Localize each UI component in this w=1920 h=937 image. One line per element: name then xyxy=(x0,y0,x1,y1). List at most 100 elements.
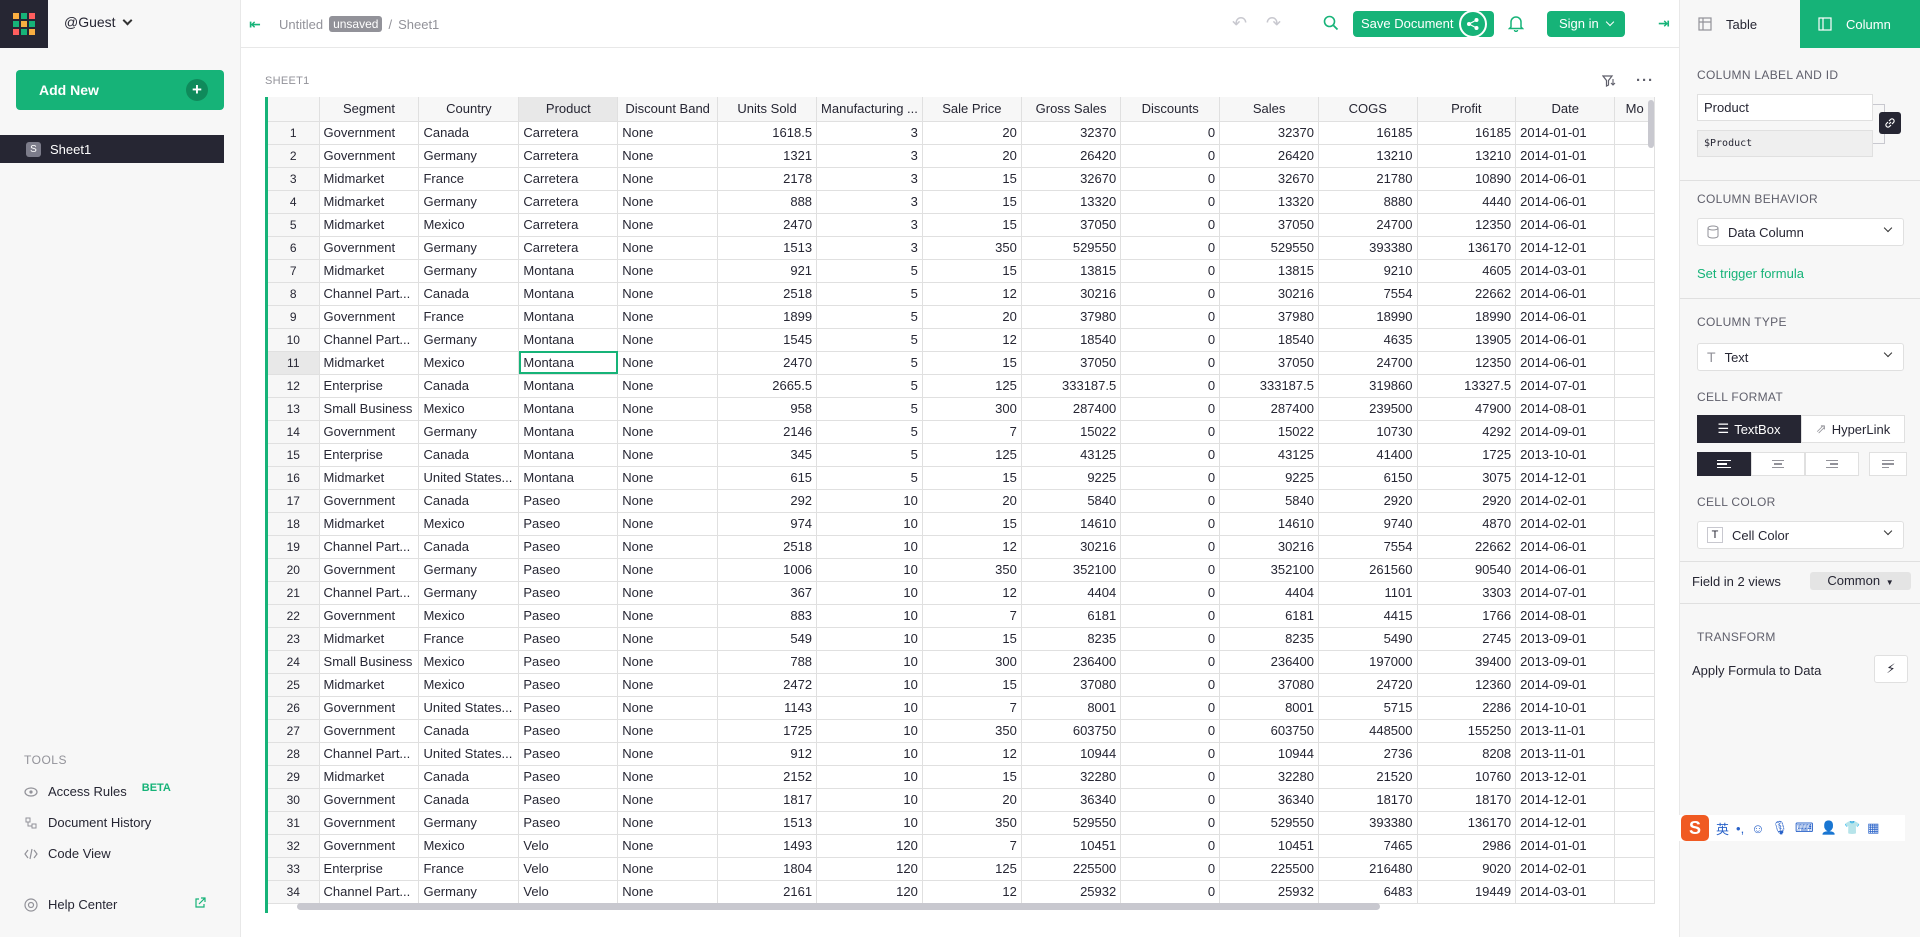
table-cell[interactable]: 2014-07-01 xyxy=(1515,374,1616,398)
table-cell[interactable]: 5 xyxy=(816,420,923,444)
table-cell[interactable]: 8880 xyxy=(1318,190,1418,214)
table-cell[interactable]: 2014-08-01 xyxy=(1515,604,1616,628)
table-cell[interactable]: 2014-06-01 xyxy=(1515,282,1616,306)
table-cell[interactable]: 2472 xyxy=(717,673,818,697)
wrap-text-button[interactable] xyxy=(1869,452,1907,476)
table-cell[interactable]: France xyxy=(418,167,520,191)
column-header[interactable]: Product xyxy=(518,97,619,122)
table-cell[interactable]: 236400 xyxy=(1219,650,1319,674)
table-cell[interactable]: Midmarket xyxy=(319,765,420,789)
table-cell[interactable]: 7554 xyxy=(1318,282,1418,306)
table-cell[interactable]: 350 xyxy=(922,558,1022,582)
table-cell[interactable]: 261560 xyxy=(1318,558,1418,582)
table-cell[interactable]: 32280 xyxy=(1021,765,1122,789)
table-cell[interactable]: None xyxy=(617,512,719,536)
table-cell[interactable]: 8208 xyxy=(1417,742,1517,766)
row-number[interactable]: 12 xyxy=(268,374,320,398)
table-cell[interactable] xyxy=(1614,650,1655,674)
table-cell[interactable]: 2920 xyxy=(1417,489,1517,513)
row-number[interactable]: 34 xyxy=(268,880,320,904)
table-cell[interactable]: Velo xyxy=(518,880,619,904)
table-cell[interactable]: 20 xyxy=(922,489,1022,513)
collapse-left-panel-icon[interactable]: ⇤ xyxy=(249,16,261,33)
table-cell[interactable]: United States... xyxy=(418,466,520,490)
table-cell[interactable]: 120 xyxy=(816,857,923,881)
table-cell[interactable]: 155250 xyxy=(1417,719,1517,743)
table-cell[interactable]: 5 xyxy=(816,351,923,375)
column-header[interactable]: Sale Price xyxy=(922,97,1022,122)
table-cell[interactable]: Germany xyxy=(418,558,520,582)
table-cell[interactable]: Canada xyxy=(418,121,520,145)
table-cell[interactable]: 6181 xyxy=(1219,604,1319,628)
collapse-right-panel-icon[interactable]: ⇥ xyxy=(1658,15,1670,32)
column-header[interactable]: Gross Sales xyxy=(1021,97,1122,122)
table-cell[interactable]: 2146 xyxy=(717,420,818,444)
table-cell[interactable]: 20 xyxy=(922,788,1022,812)
skin-icon[interactable]: 👕 xyxy=(1844,820,1860,836)
table-cell[interactable]: 3 xyxy=(816,190,923,214)
table-cell[interactable]: 10 xyxy=(816,604,923,628)
table-cell[interactable] xyxy=(1614,880,1655,904)
table-cell[interactable]: 2014-06-01 xyxy=(1515,305,1616,329)
table-cell[interactable]: Velo xyxy=(518,834,619,858)
table-cell[interactable] xyxy=(1614,236,1655,260)
sogou-logo-icon[interactable]: S xyxy=(1681,815,1709,841)
row-number[interactable]: 7 xyxy=(268,259,320,283)
table-cell[interactable]: 1899 xyxy=(717,305,818,329)
table-cell[interactable]: 21520 xyxy=(1318,765,1418,789)
table-cell[interactable]: 0 xyxy=(1120,742,1221,766)
row-number[interactable]: 1 xyxy=(268,121,320,145)
table-cell[interactable]: 2014-12-01 xyxy=(1515,236,1616,260)
table-cell[interactable]: 37980 xyxy=(1219,305,1319,329)
table-cell[interactable] xyxy=(1614,535,1655,559)
table-cell[interactable]: 0 xyxy=(1120,857,1221,881)
table-cell[interactable]: 10 xyxy=(816,581,923,605)
table-cell[interactable]: 12350 xyxy=(1417,351,1517,375)
search-icon[interactable] xyxy=(1323,15,1339,34)
table-cell[interactable]: 2014-03-01 xyxy=(1515,880,1616,904)
table-cell[interactable]: Small Business xyxy=(319,650,420,674)
table-cell[interactable]: 30216 xyxy=(1219,282,1319,306)
table-cell[interactable]: 13905 xyxy=(1417,328,1517,352)
table-cell[interactable]: Montana xyxy=(518,420,619,444)
table-cell[interactable]: 12 xyxy=(922,535,1022,559)
table-cell[interactable]: 6181 xyxy=(1021,604,1122,628)
table-cell[interactable]: 2014-01-01 xyxy=(1515,121,1616,145)
tab-table[interactable]: Table xyxy=(1680,0,1801,48)
table-cell[interactable]: 16185 xyxy=(1318,121,1418,145)
table-cell[interactable]: 90540 xyxy=(1417,558,1517,582)
table-cell[interactable]: Montana xyxy=(518,397,619,421)
table-cell[interactable]: 225500 xyxy=(1021,857,1122,881)
column-header[interactable]: Profit xyxy=(1417,97,1517,122)
table-cell[interactable]: Carretera xyxy=(518,213,619,237)
table-cell[interactable]: None xyxy=(617,167,719,191)
table-cell[interactable]: Germany xyxy=(418,259,520,283)
table-cell[interactable]: 1725 xyxy=(717,719,818,743)
table-cell[interactable]: United States... xyxy=(418,742,520,766)
table-cell[interactable]: Carretera xyxy=(518,144,619,168)
table-cell[interactable]: 0 xyxy=(1120,190,1221,214)
table-cell[interactable]: 10 xyxy=(816,765,923,789)
table-cell[interactable]: 10 xyxy=(816,489,923,513)
align-left-button[interactable] xyxy=(1697,452,1751,476)
table-cell[interactable]: 2014-01-01 xyxy=(1515,834,1616,858)
table-cell[interactable]: 0 xyxy=(1120,627,1221,651)
table-cell[interactable]: 3 xyxy=(816,144,923,168)
table-cell[interactable]: 603750 xyxy=(1219,719,1319,743)
app-logo[interactable] xyxy=(0,0,48,48)
grid-icon[interactable]: ▦ xyxy=(1867,820,1879,836)
table-cell[interactable]: 12 xyxy=(922,282,1022,306)
table-cell[interactable] xyxy=(1614,581,1655,605)
table-cell[interactable]: 888 xyxy=(717,190,818,214)
table-cell[interactable]: 2014-02-01 xyxy=(1515,857,1616,881)
table-cell[interactable]: Montana xyxy=(518,305,619,329)
table-cell[interactable]: 26420 xyxy=(1219,144,1319,168)
table-cell[interactable] xyxy=(1614,696,1655,720)
table-cell[interactable]: 15 xyxy=(922,673,1022,697)
table-cell[interactable]: 0 xyxy=(1120,305,1221,329)
table-cell[interactable]: 9740 xyxy=(1318,512,1418,536)
table-cell[interactable]: 529550 xyxy=(1219,236,1319,260)
table-cell[interactable]: 18990 xyxy=(1417,305,1517,329)
table-cell[interactable]: 4440 xyxy=(1417,190,1517,214)
table-cell[interactable]: 352100 xyxy=(1219,558,1319,582)
